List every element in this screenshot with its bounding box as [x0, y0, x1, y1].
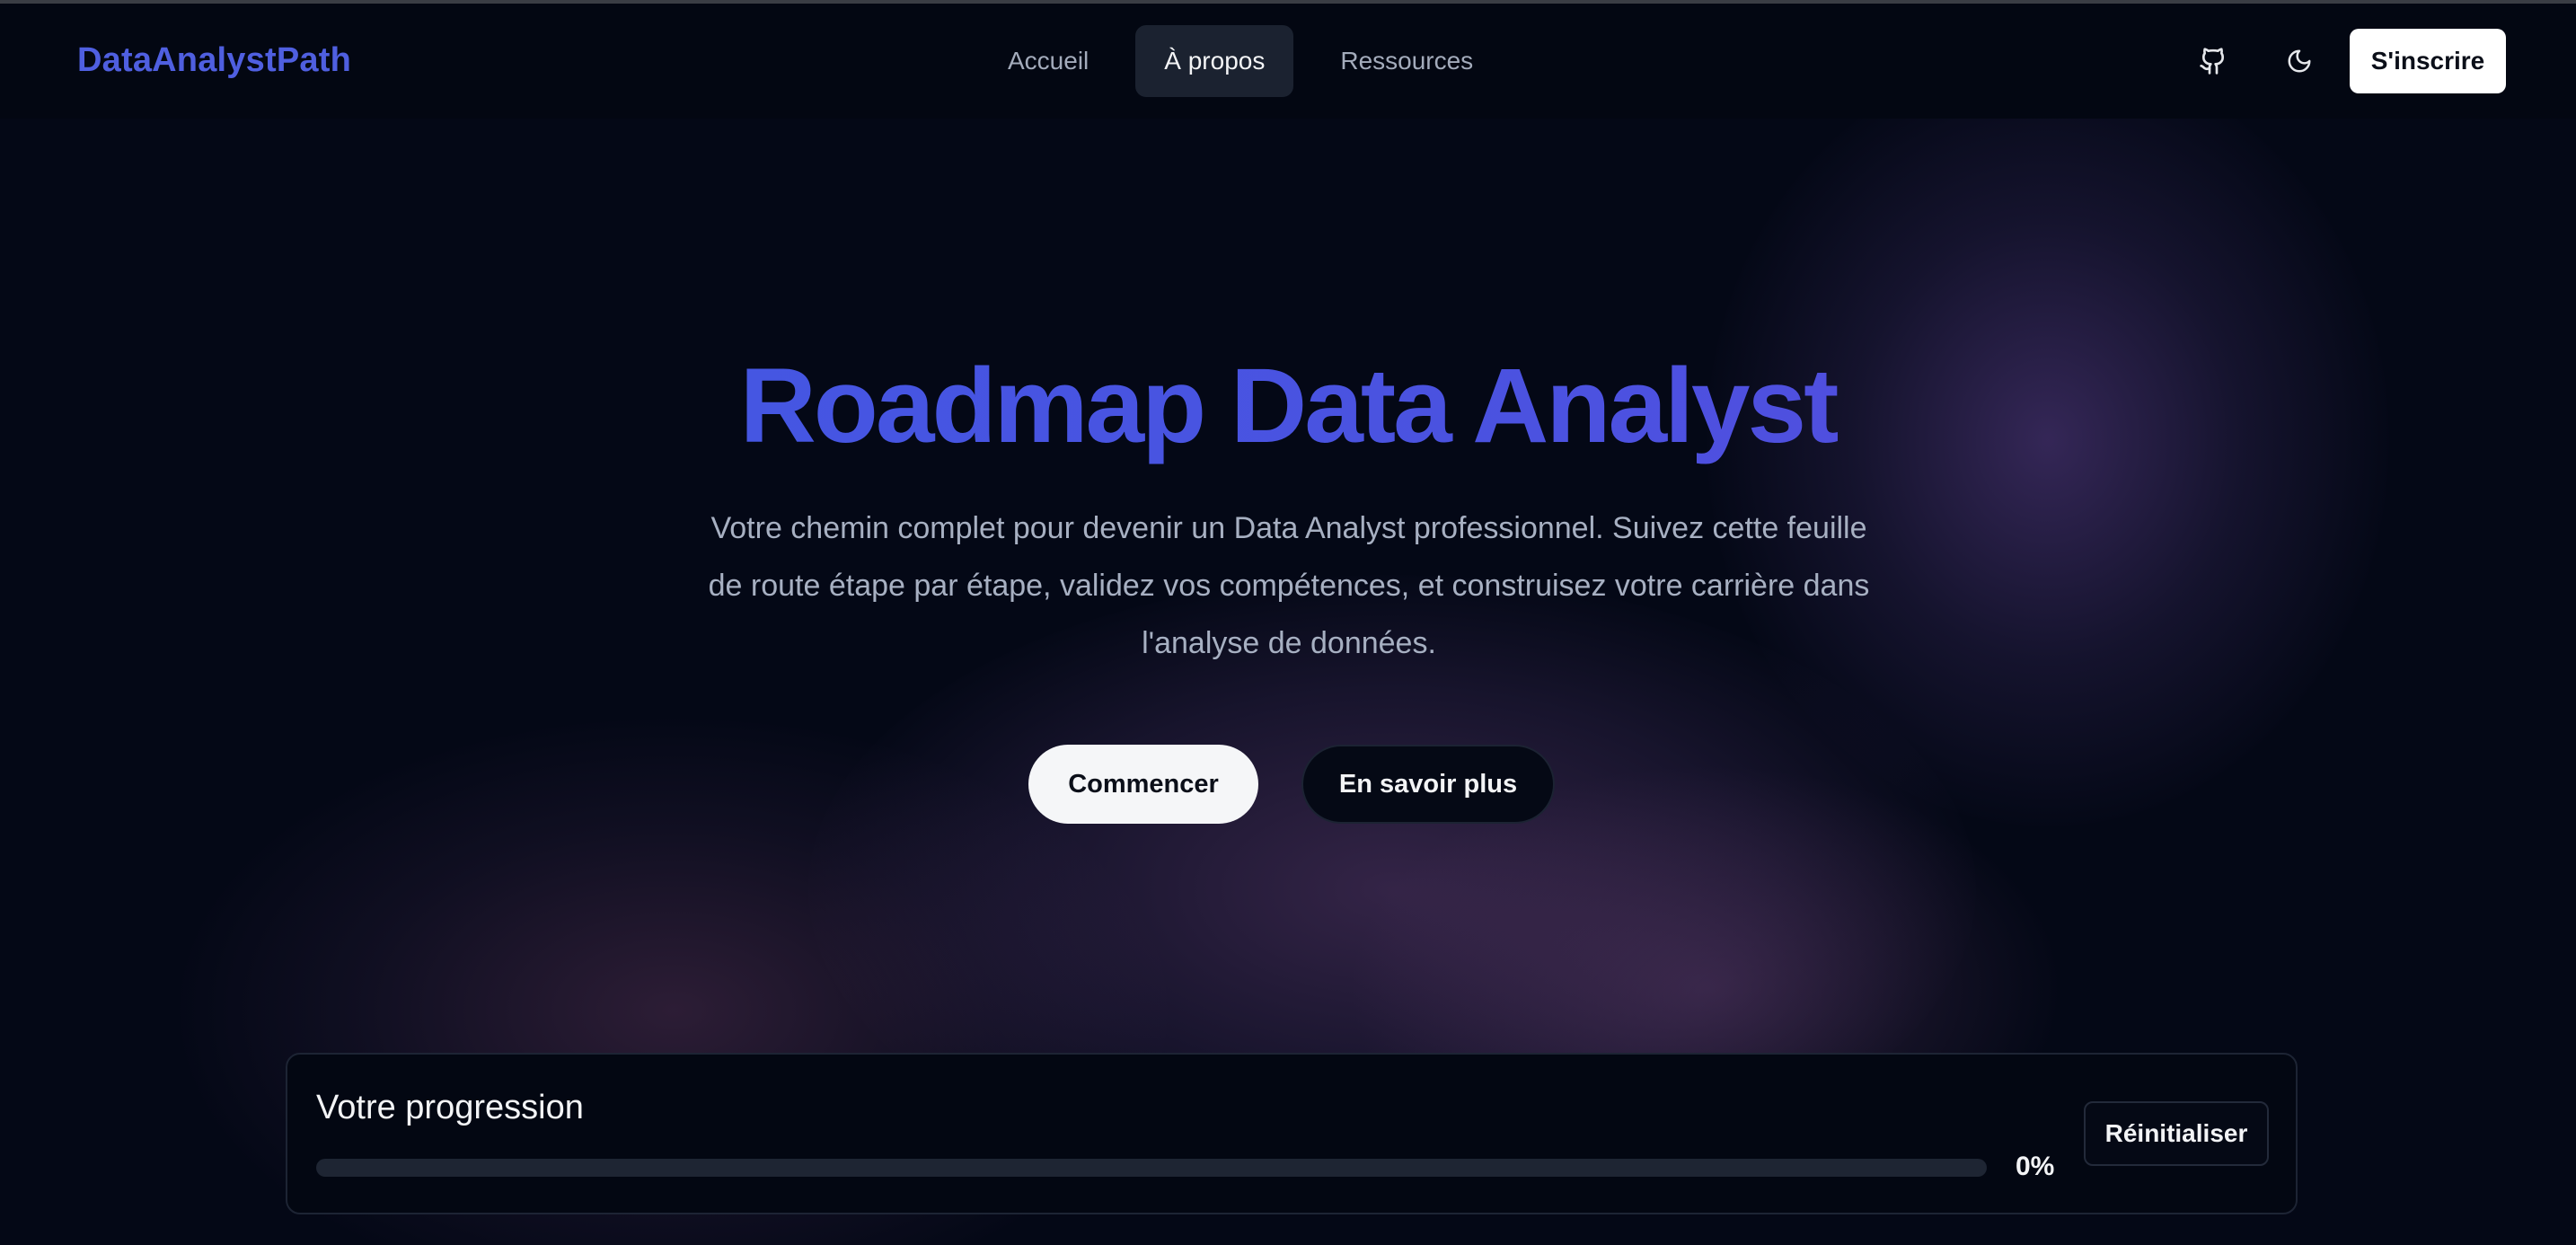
nav-item-ressources[interactable]: Ressources	[1311, 25, 1502, 97]
progress-percent: 0%	[2016, 1152, 2055, 1181]
main-nav: Accueil À propos Ressources	[979, 25, 1520, 97]
github-icon	[2200, 48, 2225, 75]
github-button[interactable]	[2186, 34, 2240, 88]
nav-item-accueil[interactable]: Accueil	[979, 25, 1117, 97]
moon-icon	[2288, 49, 2311, 73]
signup-button[interactable]: S'inscrire	[2350, 29, 2506, 93]
reset-button[interactable]: Réinitialiser	[2084, 1101, 2269, 1166]
learn-more-button[interactable]: En savoir plus	[1301, 745, 1555, 824]
brand-logo[interactable]: DataAnalystPath	[77, 41, 351, 80]
hero-title: Roadmap Data Analyst	[0, 343, 2576, 469]
progress-bar	[316, 1159, 1987, 1177]
nav-item-a-propos[interactable]: À propos	[1135, 25, 1294, 97]
progress-title: Votre progression	[316, 1089, 584, 1126]
hero-subtitle: Votre chemin complet pour devenir un Dat…	[708, 511, 1870, 660]
start-button[interactable]: Commencer	[1028, 745, 1258, 824]
page: DataAnalystPath Accueil À propos Ressour…	[0, 0, 2576, 1245]
progress-card: Votre progression 0% Réinitialiser	[286, 1053, 2298, 1214]
site-header: DataAnalystPath Accueil À propos Ressour…	[0, 4, 2576, 119]
theme-toggle-button[interactable]	[2272, 34, 2326, 88]
